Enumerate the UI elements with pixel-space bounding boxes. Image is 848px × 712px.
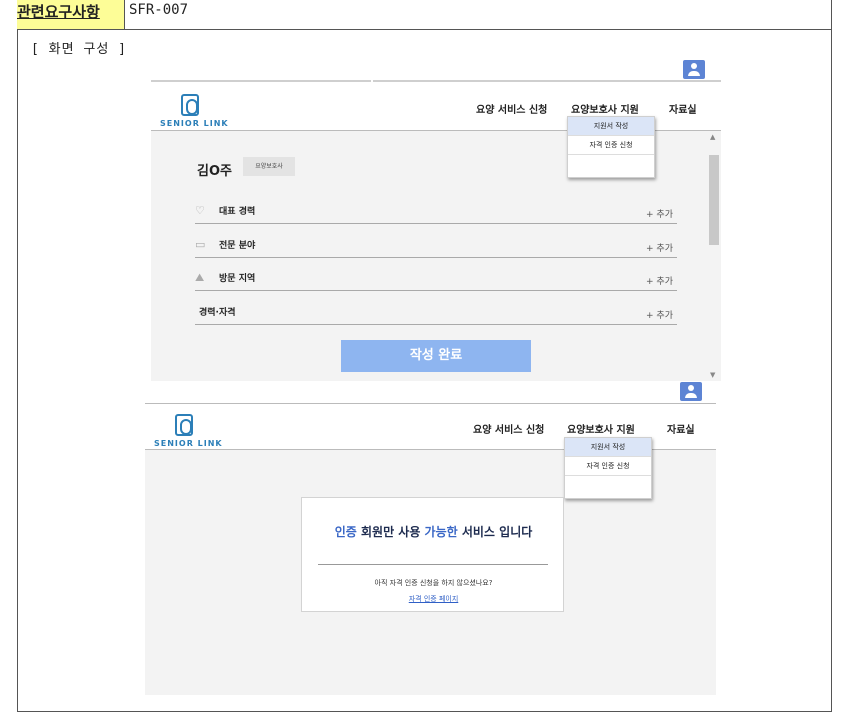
add-career-cert-button[interactable]: + 추가 [646, 308, 673, 321]
role-badge: 요양보호사 [243, 157, 295, 176]
nav-service-apply[interactable]: 요양 서비스 신청 [473, 421, 544, 436]
user-avatar-icon[interactable] [680, 382, 702, 401]
scroll-up-icon[interactable]: ▲ [710, 133, 715, 141]
support-dropdown-menu: 지원서 작성 자격 인증 신청 [564, 437, 652, 499]
senior-link-logo[interactable]: SENIOR LINK [154, 414, 224, 448]
section-title: [ 화면 구성 ] [31, 42, 127, 57]
scroll-down-icon[interactable]: ▼ [710, 371, 715, 379]
row-visit-area: ⛰ 방문 지역 + 추가 [195, 269, 677, 291]
scroll-thumb[interactable] [709, 155, 719, 245]
vertical-scrollbar[interactable]: ▲ ▼ [707, 131, 721, 381]
requirement-value: SFR-007 [129, 2, 189, 18]
row-label: 경력·자격 [199, 308, 236, 318]
requirement-row: 관련요구사항 SFR-007 [17, 0, 832, 30]
map-icon: ⛰ [195, 271, 205, 284]
row-career-cert: 경력·자격 + 추가 [195, 303, 677, 325]
row-label: 대표 경력 [219, 207, 256, 217]
logo-mark-icon [175, 414, 193, 436]
cert-page-link[interactable]: 자격 인증 페이지 [302, 594, 565, 604]
add-main-career-button[interactable]: + 추가 [646, 207, 673, 220]
row-label: 전문 분야 [219, 241, 256, 251]
notice-title: 인증 회원만 사용 가능한 서비스 입니다 [334, 525, 533, 539]
notice-subtitle: 아직 자격 인증 신청을 하지 않으셨나요? [374, 579, 493, 587]
notice-divider [318, 564, 548, 565]
row-specialty: ▭ 전문 분야 + 추가 [195, 236, 677, 258]
certification-required-notice: 인증 회원만 사용 가능한 서비스 입니다 아직 자격 인증 신청을 하지 않으… [301, 497, 564, 612]
row-main-career: ♡ 대표 경력 + 추가 [195, 202, 677, 224]
dropdown-item-cert-apply[interactable]: 자격 인증 신청 [565, 457, 651, 475]
logo-text: SENIOR LINK [154, 439, 223, 448]
profile-section: 김O주 요양보호사 ♡ 대표 경력 + 추가 ▭ 전문 분야 + 추가 ⛰ 방문… [151, 80, 707, 380]
trophy-icon: ♡ [195, 204, 205, 217]
add-specialty-button[interactable]: + 추가 [646, 241, 673, 254]
briefcase-icon: ▭ [195, 238, 206, 251]
user-avatar-icon[interactable] [683, 60, 705, 79]
profile-name: 김O주 [197, 164, 232, 179]
add-visit-area-button[interactable]: + 추가 [646, 274, 673, 287]
submit-button[interactable]: 작성 완료 [341, 340, 531, 372]
dropdown-item-write-application[interactable]: 지원서 작성 [565, 438, 651, 456]
row-label: 방문 지역 [219, 274, 256, 284]
top-divider [145, 403, 716, 404]
nav-resources[interactable]: 자료실 [667, 421, 695, 436]
nav-caregiver-support[interactable]: 요양보호사 지원 [567, 421, 635, 436]
requirement-label: 관련요구사항 [17, 0, 125, 29]
